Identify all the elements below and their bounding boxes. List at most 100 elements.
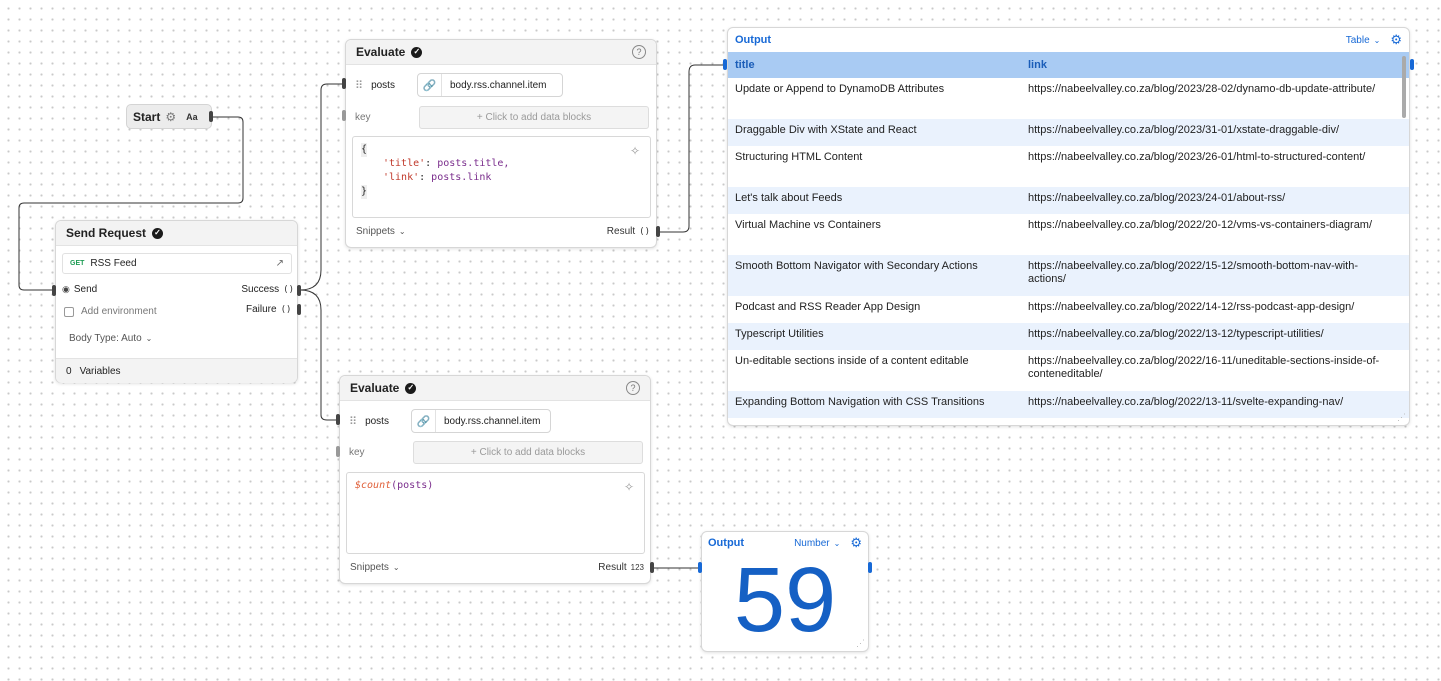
code-line: { xyxy=(361,143,368,157)
output-output-handle[interactable] xyxy=(868,562,872,573)
output-input-handle[interactable] xyxy=(698,562,702,573)
chevron-down-icon: ⌄ xyxy=(398,227,406,236)
drag-handle-icon[interactable]: ⠿ xyxy=(349,415,357,428)
snippets-dropdown[interactable]: Snippets ⌄ xyxy=(350,562,400,573)
link-icon: 🔗 xyxy=(412,410,436,432)
code-line: 'title': posts.title, xyxy=(361,157,642,171)
table-row[interactable]: Let's talk about Feeds https://nabeelvall… xyxy=(728,187,1409,214)
body-type-label: Body Type: Auto xyxy=(69,333,142,344)
node-title: Evaluate xyxy=(356,45,406,59)
failure-type: () xyxy=(280,304,292,315)
snippets-label: Snippets xyxy=(356,226,395,237)
drag-handle-icon[interactable]: ⠿ xyxy=(355,79,363,92)
scrollbar-thumb[interactable] xyxy=(1402,56,1406,118)
variable-value-field[interactable]: 🔗 body.rss.channel.item xyxy=(416,73,563,97)
send-input-handle[interactable] xyxy=(52,285,56,296)
cell-link: https://nabeelvalley.co.za/blog/2023/24-… xyxy=(1021,187,1409,214)
table-row[interactable]: Podcast and RSS Reader App Design https:/… xyxy=(728,296,1409,323)
result-type: () xyxy=(639,226,650,237)
snippets-dropdown[interactable]: Snippets ⌄ xyxy=(356,226,406,237)
table-row[interactable]: Expanding Bottom Navigation with CSS Tra… xyxy=(728,391,1409,418)
posts-input-handle[interactable] xyxy=(336,414,340,425)
send-request-node[interactable]: Send Request ✓ GET RSS Feed ↗ ◉ Send Suc… xyxy=(55,220,298,383)
body-type-select[interactable]: Body Type: Auto ⌄ xyxy=(69,333,152,344)
start-output-handle[interactable] xyxy=(209,111,213,122)
evaluate-node-top[interactable]: Evaluate ✓ ? ⠿ posts 🔗 body.rss.channel.… xyxy=(345,39,657,248)
code-args: (posts) xyxy=(391,480,434,491)
code-key: 'link' xyxy=(383,172,420,183)
failure-output-handle[interactable] xyxy=(297,304,301,315)
table-row[interactable]: Draggable Div with XState and React https… xyxy=(728,119,1409,146)
request-url-row[interactable]: GET RSS Feed ↗ xyxy=(62,253,292,274)
key-input-handle[interactable] xyxy=(336,446,340,457)
table-row[interactable]: Un-editable sections inside of a content… xyxy=(728,350,1409,391)
evaluate-node-bottom[interactable]: Evaluate ✓ ? ⠿ posts 🔗 body.rss.channel.… xyxy=(339,375,651,584)
cell-title: Let's talk about Feeds xyxy=(728,187,1021,214)
variable-value: body.rss.channel.item xyxy=(443,415,541,427)
result-output-handle[interactable] xyxy=(656,226,660,237)
variable-row[interactable]: ⠿ posts 🔗 body.rss.channel.item xyxy=(349,409,551,433)
success-type: () xyxy=(283,284,294,295)
view-select-label: Table xyxy=(1345,34,1370,46)
failure-row: Failure () xyxy=(246,304,291,315)
table-row[interactable]: Typescript Utilities https://nabeelvalley… xyxy=(728,323,1409,350)
success-output-handle[interactable] xyxy=(297,285,301,296)
settings-gear-icon[interactable]: ⚙ xyxy=(850,535,862,551)
posts-input-handle[interactable] xyxy=(342,78,346,89)
output-table-node[interactable]: Output Table ⌄ ⚙ title link Update or Ap… xyxy=(727,27,1410,426)
environment-placeholder: Add environment xyxy=(81,306,157,317)
table-header-row: title link xyxy=(728,52,1409,78)
magic-wand-icon[interactable]: ✧ xyxy=(624,480,634,494)
result-port: Result () xyxy=(607,226,650,237)
open-external-icon[interactable]: ↗ xyxy=(276,258,284,269)
resize-grip-icon[interactable]: ⋰ xyxy=(1397,412,1406,423)
cell-title: Typescript Utilities xyxy=(728,323,1021,350)
key-input-handle[interactable] xyxy=(342,110,346,121)
key-row[interactable]: key + Click to add data blocks xyxy=(355,106,649,129)
help-icon[interactable]: ? xyxy=(626,381,640,395)
result-label: Result xyxy=(606,226,636,237)
table-row[interactable]: Smooth Bottom Navigator with Secondary A… xyxy=(728,255,1409,296)
send-row[interactable]: ◉ Send Success () xyxy=(62,284,294,295)
code-value: posts.title, xyxy=(437,158,510,169)
cell-link: https://nabeelvalley.co.za/blog/2022/16-… xyxy=(1028,355,1380,380)
key-row[interactable]: key + Click to add data blocks xyxy=(349,441,643,464)
code-editor[interactable]: { 'title': posts.title, 'link': posts.li… xyxy=(352,136,651,218)
add-data-blocks-button[interactable]: + Click to add data blocks xyxy=(413,441,643,464)
output-output-handle[interactable] xyxy=(1410,59,1414,70)
output-input-handle[interactable] xyxy=(723,59,727,70)
cell-link: https://nabeelvalley.co.za/blog/2022/14-… xyxy=(1028,301,1355,313)
table-row[interactable]: Structuring HTML Content https://nabeelva… xyxy=(728,146,1409,187)
resize-grip-icon[interactable]: ⋰ xyxy=(856,638,865,649)
snippets-label: Snippets xyxy=(350,562,389,573)
view-select[interactable]: Table ⌄ xyxy=(1346,35,1381,46)
result-type: 123 xyxy=(630,563,644,572)
result-output-handle[interactable] xyxy=(650,562,654,573)
output-number-node[interactable]: Output Number ⌄ ⚙ 59 ⋰ xyxy=(701,531,869,652)
variable-value-field[interactable]: 🔗 body.rss.channel.item xyxy=(410,409,551,433)
format-toggle[interactable]: Aa xyxy=(186,112,198,122)
add-data-blocks-button[interactable]: + Click to add data blocks xyxy=(419,106,649,129)
variables-footer[interactable]: 0 Variables xyxy=(56,358,297,383)
code-line: } xyxy=(361,185,368,199)
column-header-link: link xyxy=(1021,52,1409,78)
magic-wand-icon[interactable]: ✧ xyxy=(630,144,640,158)
settings-gear-icon[interactable]: ⚙ xyxy=(1390,32,1402,48)
chevron-down-icon: ⌄ xyxy=(1373,35,1381,45)
node-title: Evaluate xyxy=(350,381,400,395)
code-editor[interactable]: $count(posts) ✧ xyxy=(346,472,645,554)
cell-title: Update or Append to DynamoDB Attributes xyxy=(735,83,945,95)
chevron-down-icon: ⌄ xyxy=(392,563,400,572)
failure-label: Failure xyxy=(246,304,277,315)
start-node[interactable]: Start ⚙ Aa xyxy=(126,104,212,129)
variable-row[interactable]: ⠿ posts 🔗 body.rss.channel.item xyxy=(355,73,563,97)
variable-name: posts xyxy=(371,79,395,91)
code-line: 'link': posts.link xyxy=(361,171,642,185)
gear-icon[interactable]: ⚙ xyxy=(165,110,176,124)
code-colon: : xyxy=(425,158,438,169)
start-label: Start xyxy=(133,109,161,124)
view-select[interactable]: Number ⌄ xyxy=(794,538,840,549)
help-icon[interactable]: ? xyxy=(632,45,646,59)
table-row[interactable]: Virtual Machine vs Containers https://nab… xyxy=(728,214,1409,255)
table-row[interactable]: Update or Append to DynamoDB Attributes h… xyxy=(728,78,1409,119)
